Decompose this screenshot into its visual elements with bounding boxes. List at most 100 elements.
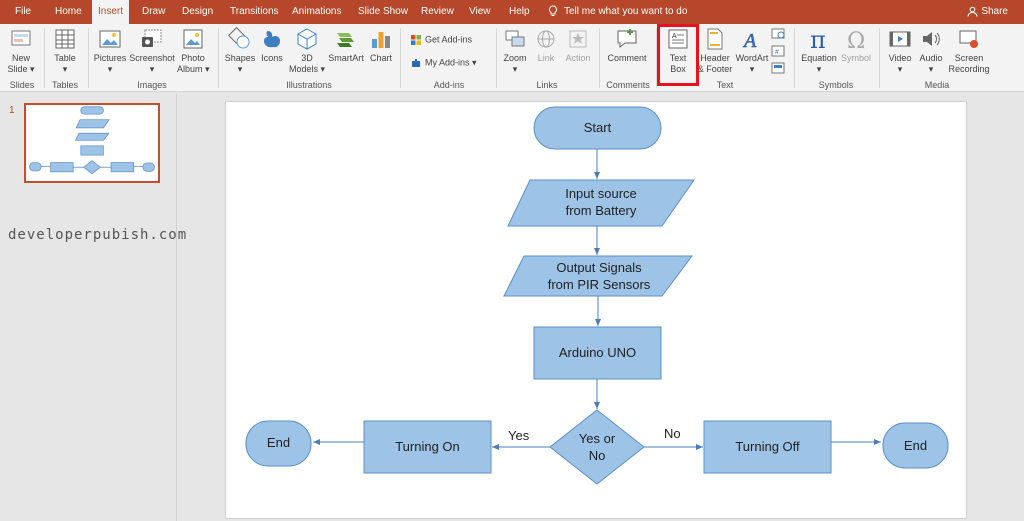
photo-album-label-2: Album (177, 64, 203, 74)
tell-me-text: Tell me what you want to do (564, 6, 688, 17)
photo-album-button[interactable]: Photo Album ▾ (177, 27, 210, 75)
tab-home[interactable]: Home (55, 0, 82, 24)
group-label-illustrations: Illustrations (286, 80, 332, 90)
input-source-line-1: Input source (565, 186, 637, 201)
powerpoint-window: File Home Insert Draw Design Transitions… (0, 0, 1024, 521)
group-label-slides: Slides (9, 80, 35, 90)
slide-number-icon[interactable]: # (771, 45, 785, 57)
addins-icon (412, 59, 420, 67)
output-signals-parallelogram[interactable]: Output Signals from PIR Sensors (503, 255, 693, 297)
get-addins-button[interactable]: Get Add-ins (410, 34, 472, 46)
share-button[interactable]: Share (967, 0, 1008, 24)
group-label-addins: Add-ins (433, 80, 465, 90)
symbol-button[interactable]: Ω Symbol (840, 27, 872, 64)
end-left-terminator[interactable]: End (245, 420, 312, 467)
symbol-label: Symbol (840, 53, 871, 63)
3d-models-button[interactable]: 3D Models ▾ (288, 27, 326, 75)
wordart-button[interactable]: A WordArt ▾ (734, 27, 770, 75)
new-slide-icon (11, 30, 31, 46)
flowchart: Start Input source from Battery Output S… (245, 106, 949, 485)
video-button[interactable]: Video ▾ (885, 27, 915, 75)
shapes-label: Shapes (224, 53, 256, 63)
header-footer-label-2: & Footer (697, 64, 733, 74)
end-right-terminator[interactable]: End (882, 422, 949, 469)
link-button[interactable]: Link (533, 27, 559, 64)
turning-off-process-box[interactable]: Turning Off (703, 420, 832, 474)
tab-help[interactable]: Help (509, 0, 530, 24)
header-footer-button[interactable]: Header & Footer (697, 27, 733, 75)
tab-design[interactable]: Design (182, 0, 213, 24)
tab-transitions[interactable]: Transitions (230, 0, 279, 24)
screen-recording-label-2: Recording (948, 64, 990, 74)
tab-review[interactable]: Review (421, 0, 454, 24)
tab-view[interactable]: View (469, 0, 491, 24)
turning-off-label: Turning Off (735, 439, 800, 454)
decision-diamond[interactable]: Yes or No (549, 409, 645, 485)
speaker-icon (923, 32, 940, 46)
pictures-icon (99, 30, 121, 48)
smartart-button[interactable]: SmartArt (327, 27, 365, 64)
tab-animations[interactable]: Animations (292, 0, 341, 24)
lightbulb-icon (548, 5, 558, 17)
icons-icon (264, 31, 280, 48)
ribbon-separator (794, 28, 795, 88)
chevron-down-icon: ▾ (202, 64, 210, 74)
thumbnail-preview (29, 106, 155, 175)
ribbon-separator (879, 28, 880, 88)
equation-button[interactable]: π Equation ▾ (799, 27, 839, 75)
date-time-icon[interactable] (771, 27, 785, 39)
comment-button[interactable]: Comment (605, 27, 649, 64)
cube-icon (297, 28, 317, 50)
my-addins-button[interactable]: My Add-ins ▾ (410, 57, 477, 69)
output-signals-line-1: Output Signals (556, 260, 642, 275)
shapes-button[interactable]: Shapes ▾ (223, 27, 257, 75)
output-signals-line-2: from PIR Sensors (548, 277, 651, 292)
input-source-parallelogram[interactable]: Input source from Battery (507, 179, 695, 227)
table-button[interactable]: Table ▾ (50, 27, 80, 75)
slide-thumbnail[interactable] (24, 103, 160, 183)
tab-slide-show[interactable]: Slide Show (358, 0, 408, 24)
screen-recording-icon (959, 30, 978, 48)
new-slide-button[interactable]: New Slide ▾ (6, 27, 36, 75)
start-terminator[interactable]: Start (533, 106, 662, 150)
zoom-label: Zoom (503, 53, 527, 63)
3d-models-label-1: 3D (301, 53, 313, 63)
turning-on-process-box[interactable]: Turning On (363, 420, 492, 474)
tab-draw[interactable]: Draw (142, 0, 165, 24)
audio-button[interactable]: Audio ▾ (917, 27, 945, 75)
decision-line-1: Yes or (579, 431, 616, 446)
tell-me-search[interactable]: Tell me what you want to do (548, 0, 687, 24)
chevron-down-icon: ▾ (816, 64, 822, 74)
comment-icon (617, 29, 637, 49)
pictures-label: Pictures (93, 53, 127, 63)
chart-button[interactable]: Chart (367, 27, 395, 64)
group-label-comments: Comments (606, 80, 650, 90)
new-slide-label-1: New (11, 53, 30, 63)
store-icon (411, 35, 421, 45)
header-footer-icon (707, 28, 723, 50)
group-label-media: Media (924, 80, 950, 90)
zoom-icon (505, 30, 525, 47)
object-icon[interactable] (771, 62, 785, 74)
screenshot-button[interactable]: Screenshot ▾ (129, 27, 175, 75)
ribbon-tab-bar: File Home Insert Draw Design Transitions… (0, 0, 1024, 24)
video-label: Video (888, 53, 912, 63)
zoom-button[interactable]: Zoom ▾ (500, 27, 530, 75)
screen-recording-button[interactable]: Screen Recording (946, 27, 992, 75)
chart-icon (372, 32, 390, 48)
new-slide-label-2: Slide (7, 64, 28, 74)
action-button[interactable]: Action (562, 27, 594, 64)
link-icon (537, 30, 555, 48)
icons-button[interactable]: Icons (259, 27, 285, 64)
pi-icon: π (810, 27, 826, 51)
pictures-button[interactable]: Pictures ▾ (93, 27, 127, 75)
tab-insert[interactable]: Insert (92, 0, 130, 24)
wordart-icon: A (742, 30, 758, 51)
comment-label: Comment (607, 53, 647, 63)
arduino-process-box[interactable]: Arduino UNO (533, 326, 662, 380)
icons-label: Icons (261, 53, 283, 63)
slide-canvas[interactable]: Start Input source from Battery Output S… (225, 101, 967, 519)
table-icon (55, 29, 75, 49)
tab-file[interactable]: File (15, 0, 31, 24)
decision-line-2: No (589, 448, 606, 463)
